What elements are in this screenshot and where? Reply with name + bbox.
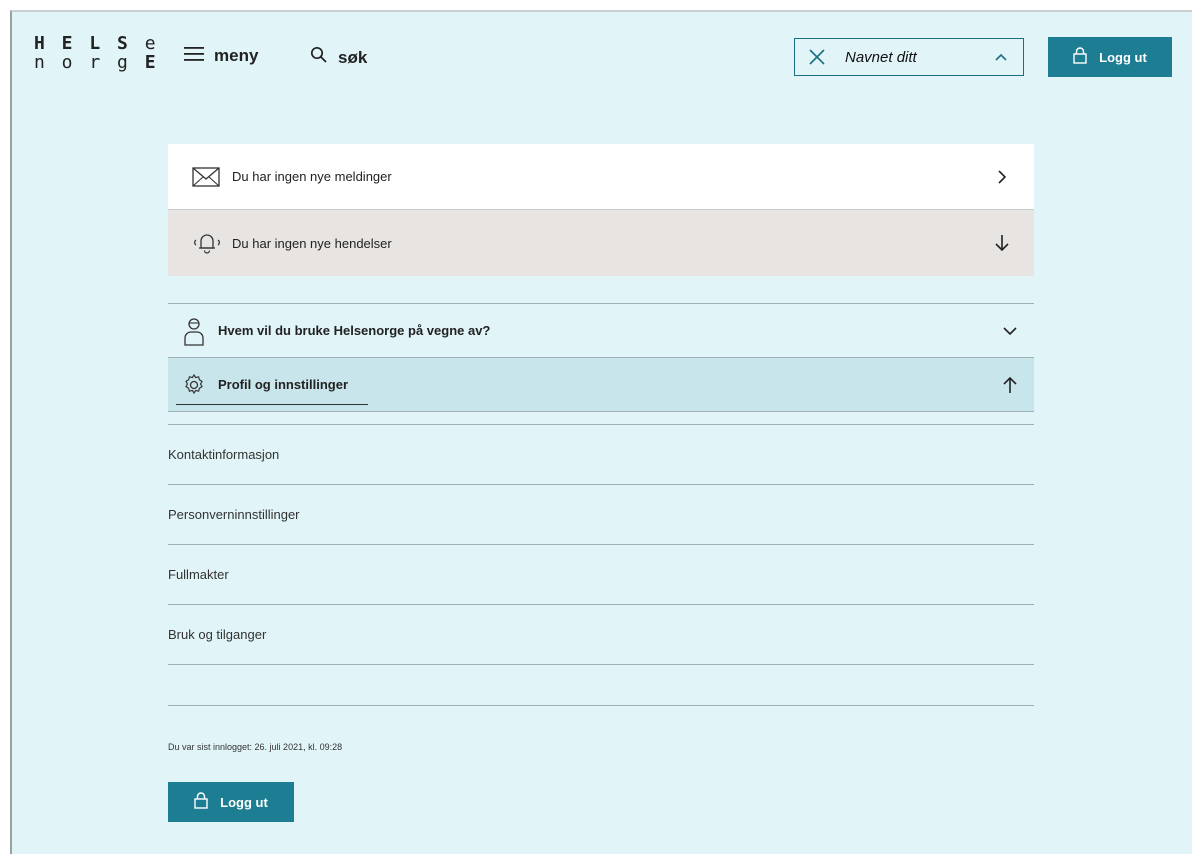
chevron-right-icon bbox=[990, 169, 1014, 185]
submenu-item-fullmakter[interactable]: Fullmakter bbox=[168, 545, 1034, 605]
close-icon[interactable] bbox=[795, 48, 839, 66]
logo-line2-light: n o r g bbox=[34, 52, 131, 73]
page: H E L S e n o r g E meny søk Navnet ditt… bbox=[10, 10, 1192, 854]
logo-line1-bold: H E L S bbox=[34, 33, 131, 54]
profile-submenu: Kontaktinformasjon Personverninnstilling… bbox=[168, 424, 1034, 706]
profile-settings-label: Profil og innstillinger bbox=[218, 377, 348, 392]
lock-icon bbox=[194, 792, 208, 812]
messages-row[interactable]: Du har ingen nye meldinger bbox=[168, 144, 1034, 210]
accordion: Hvem vil du bruke Helsenorge på vegne av… bbox=[168, 303, 1034, 412]
helsenorge-logo[interactable]: H E L S e n o r g E bbox=[34, 34, 159, 72]
envelope-icon bbox=[192, 166, 226, 187]
logo-line1-light: e bbox=[144, 33, 159, 54]
submenu-item-kontaktinformasjon[interactable]: Kontaktinformasjon bbox=[168, 425, 1034, 485]
search-icon bbox=[310, 46, 328, 69]
represent-selector-row[interactable]: Hvem vil du bruke Helsenorge på vegne av… bbox=[168, 304, 1034, 358]
represent-label: Hvem vil du bruke Helsenorge på vegne av… bbox=[218, 323, 491, 338]
messages-text: Du har ingen nye meldinger bbox=[232, 169, 392, 184]
search-label: søk bbox=[338, 47, 368, 67]
profile-settings-row[interactable]: Profil og innstillinger bbox=[168, 358, 1034, 412]
menu-button[interactable]: meny bbox=[184, 46, 258, 66]
logout-label: Logg ut bbox=[1099, 49, 1147, 65]
events-row[interactable]: Du har ingen nye hendelser bbox=[168, 210, 1034, 276]
events-text: Du har ingen nye hendelser bbox=[232, 235, 392, 251]
gear-icon bbox=[182, 373, 218, 397]
chevron-down-icon bbox=[998, 326, 1022, 336]
logo-line2-bold: E bbox=[144, 52, 159, 73]
user-name-selector[interactable]: Navnet ditt bbox=[794, 38, 1024, 76]
menu-icon bbox=[184, 46, 204, 66]
submenu-item-personvern[interactable]: Personverninnstillinger bbox=[168, 485, 1034, 545]
arrow-up-icon bbox=[998, 376, 1022, 394]
menu-label: meny bbox=[214, 46, 259, 65]
chevron-up-icon[interactable] bbox=[979, 52, 1023, 62]
logout-button-footer[interactable]: Logg ut bbox=[168, 782, 294, 822]
submenu-item-bruk-og-tilganger[interactable]: Bruk og tilganger bbox=[168, 605, 1034, 665]
profile-active-underline bbox=[176, 404, 368, 405]
search-button[interactable]: søk bbox=[310, 46, 367, 69]
divider bbox=[168, 665, 1034, 706]
user-name-label: Navnet ditt bbox=[845, 48, 917, 66]
last-login-text: Du var sist innlogget: 26. juli 2021, kl… bbox=[168, 742, 343, 752]
logout-button-header[interactable]: Logg ut bbox=[1048, 37, 1172, 77]
person-icon bbox=[182, 316, 218, 346]
bell-icon bbox=[192, 231, 226, 255]
main-content: Du har ingen nye meldinger Du har ingen … bbox=[168, 144, 1034, 706]
arrow-down-icon bbox=[990, 234, 1014, 252]
logout-label: Logg ut bbox=[220, 794, 268, 810]
lock-icon bbox=[1073, 47, 1087, 67]
